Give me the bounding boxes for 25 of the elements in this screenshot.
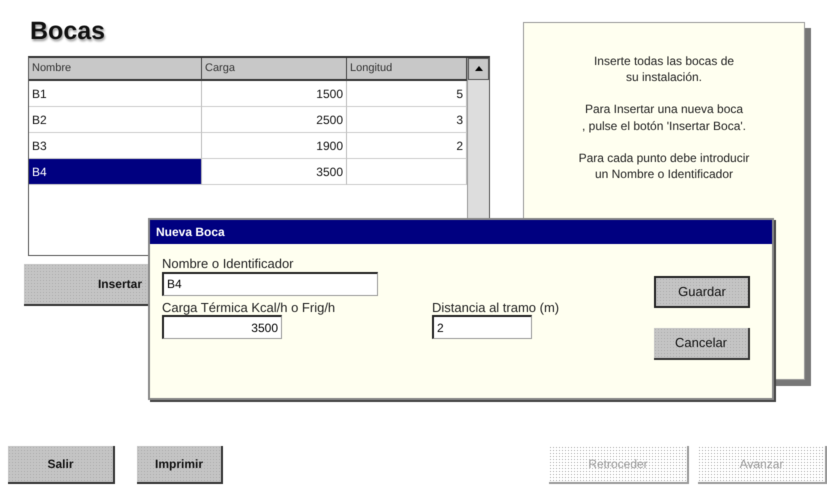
table-cell[interactable]: B2 [29,106,202,132]
info-text: Inserte todas las bocas de su instalación. [592,53,736,86]
table-cell[interactable]: B4 [29,158,202,184]
column-header[interactable]: Longitud [347,58,467,80]
field-label: Distancia al tramo (m) [432,300,560,316]
input-field[interactable]: B4 [162,272,378,296]
table-cell[interactable]: B1 [29,80,202,106]
column-header[interactable]: Carga [202,58,347,80]
info-text: Para Insertar una nueva boca , pulse el botón 'Insertar Boca'. [580,101,747,134]
up-arrow-icon [474,66,482,71]
info-text: Para cada punto debe introducir un Nombre o Identificador [578,150,750,182]
input-field[interactable]: 2 [432,315,532,340]
dialog-button[interactable]: Cancelar [654,328,750,360]
dialog-title: Nueva Boca [150,220,772,244]
input-field[interactable]: 3500 [162,315,282,340]
dialog-button[interactable]: Guardar [654,276,750,308]
table-cell: 2500 [202,106,347,132]
nav-button[interactable]: Imprimir [137,446,223,484]
table-cell: 1500 [202,80,347,106]
table-cell: 3500 [202,158,347,184]
page-title: Bocas [30,18,106,46]
table-cell: 1900 [202,132,347,158]
column-header[interactable]: Nombre [29,58,202,80]
scroll-up-button[interactable] [468,58,489,80]
nav-button[interactable]: Salir [8,446,115,484]
